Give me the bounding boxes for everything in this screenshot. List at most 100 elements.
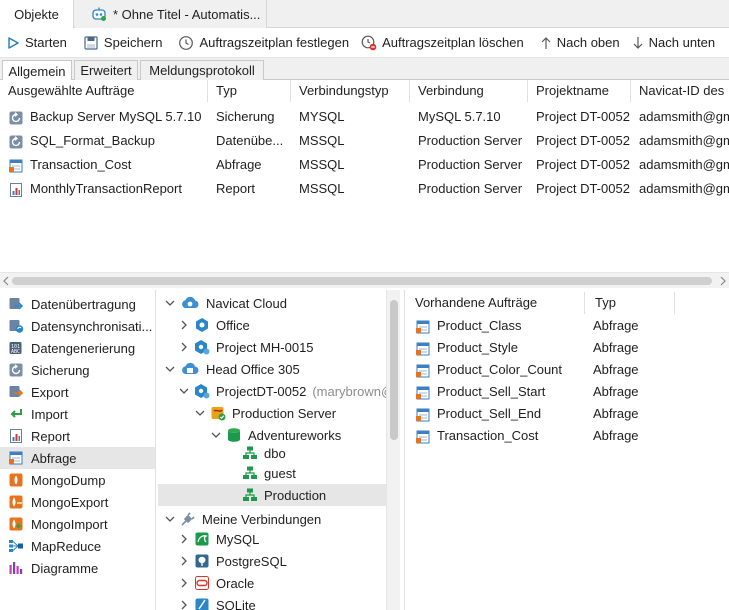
column-header-connection-type[interactable]: Verbindungstyp [291, 80, 410, 102]
backup-icon [9, 111, 23, 125]
tree-node-schema-production[interactable]: Production [242, 484, 326, 506]
chevron-down-icon[interactable] [178, 385, 190, 397]
column-header-available-type[interactable]: Typ [585, 292, 675, 314]
save-button[interactable]: Speichern [77, 28, 169, 57]
list-item[interactable]: Transaction_Cost Abfrage [405, 425, 729, 447]
category-item-report[interactable]: Report [0, 425, 155, 447]
tree-node-oracle[interactable]: Oracle [178, 572, 254, 594]
delete-schedule-button[interactable]: Auftragszeitplan löschen [355, 28, 530, 57]
tab-objects[interactable]: Objekte [0, 0, 74, 28]
chevron-right-icon[interactable] [178, 319, 190, 331]
category-item-backup[interactable]: Sicherung [0, 359, 155, 381]
tree-scrollbar-thumb[interactable] [390, 300, 398, 440]
column-header-type[interactable]: Typ [208, 80, 291, 102]
available-job-type: Abfrage [593, 340, 639, 355]
category-item-query[interactable]: Abfrage [0, 447, 155, 469]
horizontal-scrollbar-thumb[interactable] [12, 277, 712, 285]
save-icon [84, 35, 98, 50]
move-down-button[interactable]: Nach unten [626, 28, 722, 57]
category-item-mapreduce[interactable]: MapReduce [0, 535, 155, 557]
tree-node-schema-guest[interactable]: guest [242, 462, 296, 484]
document-tab-bar: Objekte * Ohne Titel - Automatis... [0, 0, 729, 28]
list-item[interactable]: Product_Style Abfrage [405, 337, 729, 359]
list-item[interactable]: Product_Class Abfrage [405, 315, 729, 337]
tab-message-log[interactable]: Meldungsprotokoll [140, 60, 264, 80]
tree-node-head-office[interactable]: Head Office 305 [164, 358, 300, 380]
tab-general[interactable]: Allgemein [2, 60, 72, 81]
tree-node-project-dt[interactable]: ProjectDT-0052 (marybrown@ [178, 380, 386, 402]
tree-node-production-server[interactable]: Production Server [194, 402, 336, 424]
table-row[interactable]: MonthlyTransactionReport Report MSSQL Pr… [0, 177, 729, 201]
table-row[interactable]: SQL_Format_Backup Datenübe... MSSQL Prod… [0, 129, 729, 153]
tab-message-log-label: Meldungsprotokoll [149, 63, 255, 78]
start-button[interactable]: Starten [0, 28, 73, 57]
tree-vertical-scrollbar[interactable] [386, 290, 400, 610]
tab-automation[interactable]: * Ohne Titel - Automatis... [75, 0, 267, 28]
add-button[interactable] [725, 28, 729, 57]
tree-node-schema-dbo[interactable]: dbo [242, 442, 286, 464]
schema-icon [243, 466, 257, 479]
tab-advanced[interactable]: Erweitert [74, 60, 138, 80]
category-label: MongoDump [31, 472, 106, 488]
category-item-export[interactable]: Export [0, 381, 155, 403]
category-item-mongoimport[interactable]: MongoImport [0, 513, 155, 535]
tree-node-mysql[interactable]: MySQL [178, 528, 259, 550]
category-item-data-generation[interactable]: 101 ABC Datengenerierung [0, 337, 155, 359]
category-item-mongodump[interactable]: MongoDump [0, 469, 155, 491]
scroll-left-icon[interactable] [2, 276, 10, 286]
chevron-right-icon[interactable] [178, 599, 190, 610]
job-connection-type: MYSQL [299, 109, 345, 124]
plug-icon [181, 512, 195, 526]
table-row[interactable]: Transaction_Cost Abfrage MSSQL Productio… [0, 153, 729, 177]
set-schedule-button[interactable]: Auftragszeitplan festlegen [172, 28, 355, 57]
chevron-down-icon[interactable] [164, 297, 176, 309]
column-header-navicat-id[interactable]: Navicat-ID des [631, 80, 729, 102]
chevron-right-icon[interactable] [178, 341, 190, 353]
project-icon [196, 318, 208, 332]
mongoexport-icon [9, 495, 23, 509]
available-job-type: Abfrage [593, 362, 639, 377]
chevron-down-icon[interactable] [210, 429, 222, 441]
category-label: Diagramme [31, 560, 99, 576]
tree-node-label: SQLite [216, 597, 256, 610]
job-navicat-id: adamsmith@gm [639, 181, 729, 196]
category-item-data-sync[interactable]: Datensynchronisati... [0, 315, 155, 337]
mapreduce-icon [9, 540, 23, 552]
database-icon [228, 428, 240, 442]
job-connection-type: MSSQL [299, 157, 345, 172]
chevron-right-icon[interactable] [178, 533, 190, 545]
list-item[interactable]: Product_Sell_End Abfrage [405, 403, 729, 425]
tree-node-sqlite[interactable]: SQLite [178, 594, 256, 610]
available-job-name: Product_Class [437, 318, 522, 333]
chevron-down-icon[interactable] [164, 513, 176, 525]
job-connection: Production Server [418, 133, 523, 148]
list-item[interactable]: Product_Color_Count Abfrage [405, 359, 729, 381]
chevron-down-icon[interactable] [194, 407, 206, 419]
job-name-cell: Backup Server MySQL 5.7.10 [0, 105, 208, 129]
category-item-data-transfer[interactable]: Datenübertragung [0, 293, 155, 315]
tree-node-label: Meine Verbindungen [202, 511, 322, 527]
move-up-button[interactable]: Nach oben [534, 28, 626, 57]
scroll-right-icon[interactable] [719, 276, 727, 286]
chevron-down-icon[interactable] [164, 363, 176, 375]
list-item[interactable]: Product_Sell_Start Abfrage [405, 381, 729, 403]
tree-node-postgresql[interactable]: PostgreSQL [178, 550, 287, 572]
available-job-name-cell: Product_Color_Count [415, 359, 562, 381]
column-header-available-jobs[interactable]: Vorhandene Aufträge [405, 292, 585, 314]
column-header-project-name[interactable]: Projektname [528, 80, 631, 102]
chevron-right-icon[interactable] [178, 555, 190, 567]
category-item-mongoexport[interactable]: MongoExport [0, 491, 155, 513]
tree-node-project-mh[interactable]: Project MH-0015 [178, 336, 314, 358]
category-item-charts[interactable]: Diagramme [0, 557, 155, 579]
chevron-right-icon[interactable] [178, 577, 190, 589]
horizontal-scrollbar[interactable] [0, 272, 729, 288]
available-job-type: Abfrage [593, 318, 639, 333]
column-header-selected-jobs[interactable]: Ausgewählte Aufträge [0, 80, 208, 102]
tree-node-navicat-cloud[interactable]: Navicat Cloud [164, 292, 287, 314]
tree-node-office[interactable]: Office [178, 314, 250, 336]
column-header-connection[interactable]: Verbindung [410, 80, 528, 102]
tree-node-my-connections[interactable]: Meine Verbindungen [164, 508, 321, 530]
job-navicat-id: adamsmith@gm [639, 109, 729, 124]
category-item-import[interactable]: Import [0, 403, 155, 425]
table-row[interactable]: Backup Server MySQL 5.7.10 Sicherung MYS… [0, 105, 729, 129]
